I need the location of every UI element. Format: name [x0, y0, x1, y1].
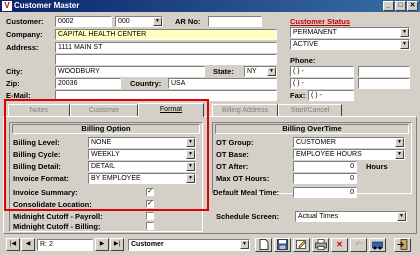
- invoice-summary-label: Invoice Summary:: [13, 188, 78, 197]
- state-label: State:: [213, 67, 234, 76]
- record-indicator: R: 2: [37, 239, 93, 251]
- invoice-format-label: Invoice Format:: [13, 174, 69, 183]
- consolidate-location-checkbox[interactable]: ✓: [146, 200, 154, 208]
- max-ot-hours-input[interactable]: 0: [293, 173, 357, 184]
- address-label: Address:: [6, 43, 39, 52]
- city-label: City:: [6, 67, 23, 76]
- fax-input[interactable]: ( ) -: [308, 90, 354, 101]
- zip-label: Zip:: [6, 79, 20, 88]
- chevron-down-icon: ▼: [186, 174, 195, 183]
- status-type-select[interactable]: PERMANENT ▼: [290, 27, 410, 38]
- chevron-down-icon: ▼: [240, 240, 249, 249]
- undo-icon[interactable]: ↶: [350, 238, 367, 252]
- default-meal-time-input[interactable]: 0: [293, 187, 357, 198]
- ot-base-label: OT Base:: [216, 150, 249, 159]
- billing-level-select[interactable]: NONE ▼: [88, 137, 196, 148]
- invoice-format-select[interactable]: BY EMPLOYEE ▼: [88, 173, 196, 184]
- consolidate-location-label: Consolidate Location:: [13, 200, 92, 209]
- chevron-down-icon: ▼: [153, 17, 162, 26]
- edit-icon[interactable]: [293, 238, 310, 252]
- midnight-cutoff-billing-checkbox[interactable]: [146, 222, 154, 230]
- state-select[interactable]: NY ▼: [244, 66, 277, 77]
- chevron-down-icon: ▼: [186, 162, 195, 171]
- save-icon[interactable]: [274, 238, 291, 252]
- midnight-cutoff-payroll-label: Midnight Cutoff - Payroll:: [13, 212, 103, 221]
- window-title: Customer Master: [14, 1, 80, 10]
- ar-label: AR No:: [175, 17, 201, 26]
- country-input[interactable]: USA: [168, 78, 277, 89]
- schedule-screen-label: Schedule Screen:: [216, 212, 279, 221]
- billing-detail-select[interactable]: DETAIL ▼: [88, 161, 196, 172]
- ar-number-input[interactable]: [208, 16, 262, 27]
- email-input[interactable]: [55, 90, 277, 101]
- status-state-select[interactable]: ACTIVE ▼: [290, 39, 410, 50]
- tab-start-cancel[interactable]: Start/Cancel: [278, 104, 342, 116]
- prev-record-button[interactable]: ◀: [21, 238, 35, 251]
- country-label: Country:: [130, 79, 162, 88]
- phone2-input[interactable]: ( ) -: [290, 78, 354, 89]
- hours-label: Hours: [366, 162, 388, 171]
- phone-label: Phone:: [290, 56, 316, 65]
- first-record-button[interactable]: |◀: [6, 238, 20, 251]
- billing-level-label: Billing Level:: [13, 138, 60, 147]
- exit-icon[interactable]: [394, 238, 411, 252]
- title-bar: V Customer Master _ □ ✕: [0, 0, 420, 12]
- zip-input[interactable]: 20036: [55, 78, 121, 89]
- customer-number-input[interactable]: 0002: [55, 16, 112, 27]
- delete-icon[interactable]: ✕: [331, 238, 348, 252]
- search-icon[interactable]: [369, 238, 386, 252]
- tab-format[interactable]: Format: [138, 103, 204, 117]
- tab-customer[interactable]: Customer: [70, 104, 138, 116]
- chevron-down-icon: ▼: [395, 138, 404, 147]
- city-input[interactable]: WOODBURY: [55, 66, 205, 77]
- billing-cycle-select[interactable]: WEEKLY ▼: [88, 149, 196, 160]
- fax-label: Fax:: [290, 91, 306, 100]
- ot-group-select[interactable]: CUSTOMER ▼: [293, 137, 405, 148]
- address-line1-input[interactable]: 1111 MAIN ST: [55, 42, 277, 53]
- chevron-down-icon: ▼: [186, 150, 195, 159]
- customer-label: Customer:: [6, 17, 44, 26]
- tab-billing-address[interactable]: Billing Address: [212, 104, 278, 116]
- print-icon[interactable]: [312, 238, 329, 252]
- midnight-cutoff-payroll-checkbox[interactable]: [146, 212, 154, 220]
- new-document-icon[interactable]: [255, 238, 272, 252]
- app-icon: V: [2, 1, 12, 11]
- chevron-down-icon: ▼: [186, 138, 195, 147]
- billing-cycle-label: Billing Cycle:: [13, 150, 61, 159]
- billing-option-header: Billing Option: [12, 124, 200, 134]
- ot-after-label: OT After:: [216, 162, 249, 171]
- minimize-button[interactable]: _: [383, 1, 394, 11]
- phone1-ext-input[interactable]: [358, 66, 410, 77]
- close-button[interactable]: ✕: [407, 1, 418, 11]
- default-meal-time-label: Default Meal Time:: [213, 188, 280, 197]
- email-label: E-Mail:: [6, 91, 31, 100]
- table-select[interactable]: Customer ▼: [128, 239, 250, 251]
- billing-detail-label: Billing Detail:: [13, 162, 61, 171]
- next-record-button[interactable]: ▶: [95, 238, 109, 251]
- invoice-summary-checkbox[interactable]: ✓: [146, 188, 154, 196]
- chevron-down-icon: ▼: [400, 28, 409, 37]
- phone2-ext-input[interactable]: [358, 78, 410, 89]
- customer-suffix-select[interactable]: 000 ▼: [115, 16, 163, 27]
- ot-base-select[interactable]: EMPLOYEE HOURS ▼: [293, 149, 405, 160]
- last-record-button[interactable]: ▶|: [110, 238, 124, 251]
- customer-status-title: Customer Status: [290, 17, 351, 26]
- chevron-down-icon: ▼: [395, 150, 404, 159]
- tab-notes[interactable]: Notes: [8, 104, 70, 116]
- midnight-cutoff-billing-label: Midnight Cutoff - Billing:: [13, 222, 101, 231]
- address-line2-input[interactable]: [55, 54, 277, 65]
- schedule-screen-select[interactable]: Actual Times ▼: [295, 211, 407, 222]
- max-ot-hours-label: Max OT Hours:: [216, 174, 270, 183]
- ot-after-input[interactable]: 0: [293, 161, 357, 172]
- company-input[interactable]: CAPITAL HEALTH CENTER: [55, 29, 277, 40]
- chevron-down-icon: ▼: [267, 67, 276, 76]
- chevron-down-icon: ▼: [400, 40, 409, 49]
- phone1-input[interactable]: ( ) -: [290, 66, 354, 77]
- billing-overtime-header: Billing OverTime: [215, 124, 409, 134]
- chevron-down-icon: ▼: [397, 212, 406, 221]
- maximize-button[interactable]: □: [395, 1, 406, 11]
- company-label: Company:: [6, 30, 43, 39]
- ot-group-label: OT Group:: [216, 138, 254, 147]
